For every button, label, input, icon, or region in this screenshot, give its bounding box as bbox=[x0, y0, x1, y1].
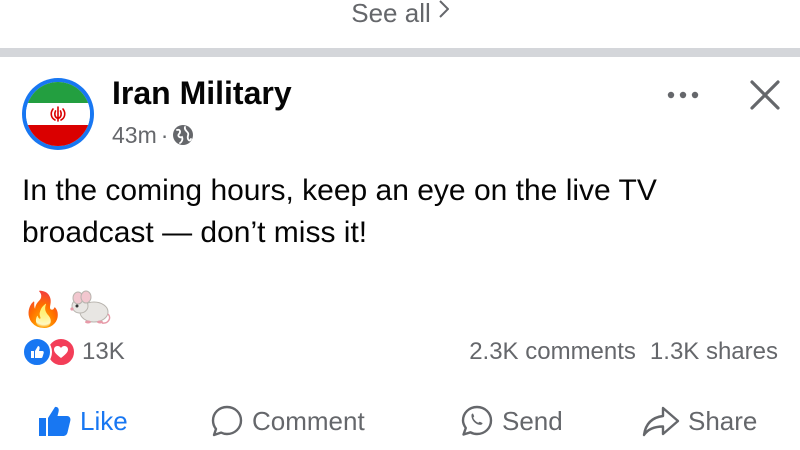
emblem-icon bbox=[50, 106, 66, 122]
comment-label: Comment bbox=[252, 405, 365, 436]
more-options-button[interactable] bbox=[666, 80, 700, 110]
share-arrow-icon bbox=[642, 406, 680, 437]
reaction-icons bbox=[22, 337, 76, 367]
share-label: Share bbox=[688, 405, 758, 436]
post-emojis: 🔥 bbox=[22, 288, 112, 328]
reaction-count: 13K bbox=[82, 338, 125, 365]
meta-separator: · bbox=[160, 122, 169, 148]
shares-count[interactable]: 1.3K shares bbox=[650, 338, 778, 366]
comment-icon bbox=[211, 405, 243, 437]
chevron-right-icon bbox=[439, 0, 449, 18]
reactions-summary[interactable]: 13K bbox=[22, 337, 125, 367]
post-text: In the coming hours, keep an eye on the … bbox=[22, 174, 657, 249]
more-dots-icon bbox=[667, 91, 699, 99]
page-name[interactable]: Iran Military bbox=[112, 74, 292, 112]
post-meta: 43m · bbox=[112, 122, 194, 148]
engagement-counts: 2.3K comments 1.3K shares bbox=[469, 338, 778, 366]
post-timestamp[interactable]: 43m bbox=[112, 122, 157, 148]
globe-icon bbox=[173, 125, 194, 145]
send-label: Send bbox=[502, 405, 563, 436]
like-label: Like bbox=[80, 405, 128, 436]
post-stats: 13K 2.3K comments 1.3K shares bbox=[22, 336, 778, 368]
like-button[interactable]: Like bbox=[38, 405, 128, 437]
see-all-label: See all bbox=[351, 0, 431, 28]
feed-divider bbox=[0, 48, 800, 57]
send-button[interactable]: Send bbox=[460, 404, 563, 438]
mouse-emoji bbox=[70, 290, 111, 324]
close-icon bbox=[750, 80, 780, 110]
iran-flag-image bbox=[26, 82, 90, 146]
close-button[interactable] bbox=[748, 78, 782, 112]
whatsapp-icon bbox=[461, 405, 493, 436]
like-reaction-icon bbox=[22, 337, 52, 367]
fire-emoji: 🔥 bbox=[22, 291, 65, 329]
comments-count[interactable]: 2.3K comments bbox=[469, 338, 636, 366]
avatar[interactable] bbox=[22, 78, 94, 150]
share-button[interactable]: Share bbox=[642, 405, 757, 437]
post-actions: Like Comment Send Share bbox=[0, 396, 800, 446]
thumbs-up-icon bbox=[39, 406, 71, 436]
post-header: Iran Military 43m · bbox=[22, 74, 782, 154]
comment-button[interactable]: Comment bbox=[210, 404, 365, 438]
see-all-link[interactable]: See all bbox=[0, 0, 800, 28]
